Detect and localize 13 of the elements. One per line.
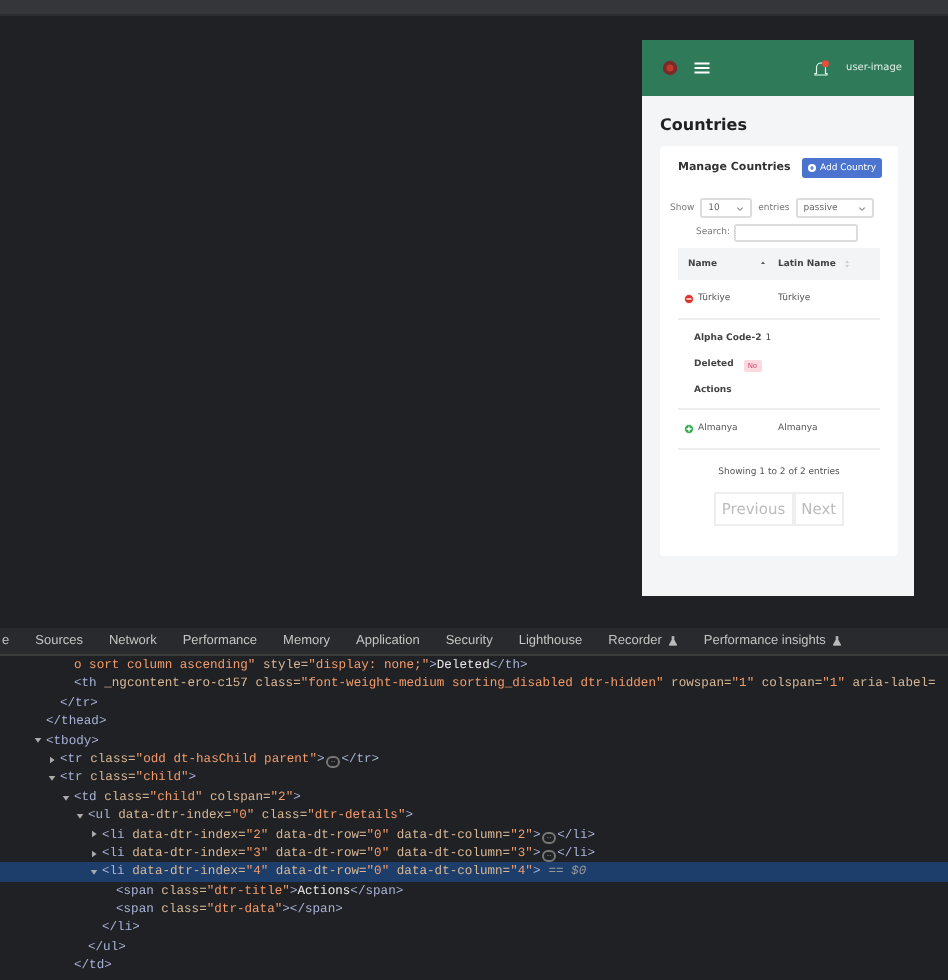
bell-icon[interactable] bbox=[812, 59, 831, 77]
search-field[interactable] bbox=[733, 224, 858, 242]
chevron-down-icon bbox=[736, 205, 745, 211]
collapsed-arrow-icon[interactable] bbox=[90, 830, 98, 839]
logo-icon bbox=[662, 60, 678, 76]
collapsed-arrow-icon[interactable] bbox=[48, 755, 56, 764]
collapse-icon[interactable] bbox=[684, 294, 694, 304]
plus-circle-icon bbox=[808, 164, 817, 172]
page-title: Countries bbox=[658, 114, 749, 138]
expand-icon[interactable] bbox=[684, 424, 694, 434]
collapsed-arrow-icon[interactable] bbox=[90, 849, 98, 858]
menu-icon[interactable] bbox=[694, 62, 710, 74]
chevron-down-icon bbox=[857, 205, 866, 211]
